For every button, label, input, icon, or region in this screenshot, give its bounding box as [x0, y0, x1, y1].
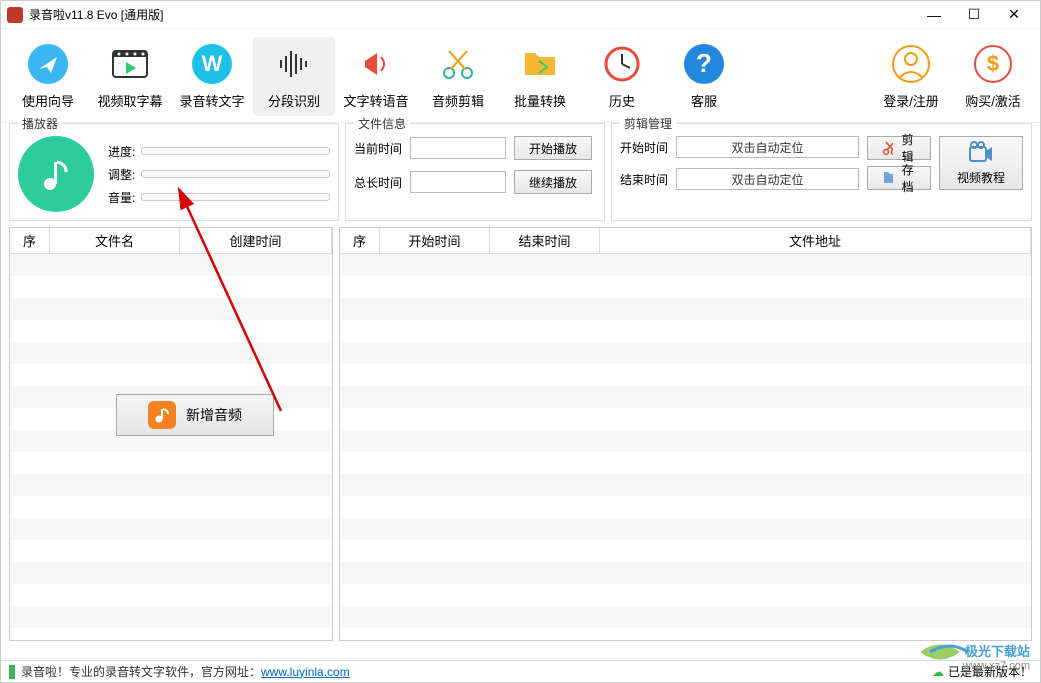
file-list-table: 序 文件名 创建时间 新增音频 — [9, 227, 333, 641]
status-text: 录音啦！专业的录音转文字软件，官方网址： — [21, 663, 261, 680]
tool-audio-clip[interactable]: 音频剪辑 — [417, 37, 499, 116]
start-time-label: 开始时间 — [620, 139, 668, 156]
svg-text:$: $ — [987, 51, 999, 76]
col-filename[interactable]: 文件名 — [50, 228, 180, 253]
current-time-input[interactable] — [410, 137, 506, 159]
tool-label: 使用向导 — [22, 91, 74, 110]
cloud-icon: ☁ — [932, 665, 944, 679]
tool-audio-to-text[interactable]: W 录音转文字 — [171, 37, 253, 116]
speed-slider[interactable] — [141, 170, 330, 178]
minimize-button[interactable]: — — [914, 1, 954, 29]
cut-button[interactable]: 剪辑 — [867, 136, 931, 160]
panels-row: 播放器 进度: 调整: 音量: 文件信息 当前时间 开始播放 总长时间 继续播放… — [1, 123, 1040, 227]
col-created[interactable]: 创建时间 — [180, 228, 332, 253]
film-icon — [109, 43, 151, 85]
megaphone-icon — [355, 43, 397, 85]
archive-button-label: 存档 — [899, 161, 916, 195]
cut-button-label: 剪辑 — [899, 131, 916, 165]
segment-body[interactable] — [340, 254, 1031, 640]
add-audio-button[interactable]: 新增音频 — [116, 394, 274, 436]
titlebar: 录音啦v11.8 Evo [通用版] — ☐ ✕ — [1, 1, 1040, 29]
end-time-label: 结束时间 — [620, 171, 668, 188]
version-status: 已是最新版本！ — [948, 663, 1032, 680]
app-icon — [7, 7, 23, 23]
progress-slider[interactable] — [141, 147, 330, 155]
camera-icon — [968, 141, 994, 167]
tool-label: 音频剪辑 — [432, 91, 484, 110]
segment-table: 序 开始时间 结束时间 文件地址 — [339, 227, 1032, 641]
w-circle-icon: W — [191, 43, 233, 85]
end-time-input[interactable]: 双击自动定位 — [676, 168, 859, 190]
music-note-icon — [18, 136, 94, 212]
clock-icon — [601, 43, 643, 85]
video-tutorial-button[interactable]: 视频教程 — [939, 136, 1023, 190]
music-plus-icon — [148, 401, 176, 429]
tool-label: 客服 — [691, 91, 717, 110]
scissors-icon — [437, 43, 479, 85]
fileinfo-panel: 文件信息 当前时间 开始播放 总长时间 继续播放 — [345, 123, 605, 221]
tutorial-label: 视频教程 — [957, 169, 1005, 186]
volume-slider[interactable] — [141, 193, 330, 201]
fileinfo-legend: 文件信息 — [354, 115, 410, 132]
folder-arrow-icon — [519, 43, 561, 85]
play-button[interactable]: 开始播放 — [514, 136, 592, 160]
start-time-input[interactable]: 双击自动定位 — [676, 136, 859, 158]
maximize-button[interactable]: ☐ — [954, 1, 994, 29]
tool-login[interactable]: 登录/注册 — [870, 37, 952, 116]
tool-label: 批量转换 — [514, 91, 566, 110]
user-icon — [890, 43, 932, 85]
col-seq[interactable]: 序 — [10, 228, 50, 253]
player-legend: 播放器 — [18, 115, 62, 132]
col-start[interactable]: 开始时间 — [380, 228, 490, 253]
tool-service[interactable]: ? 客服 — [663, 37, 745, 116]
tool-label: 登录/注册 — [883, 91, 939, 110]
tool-label: 购买/激活 — [965, 91, 1021, 110]
tool-label: 文字转语音 — [343, 91, 408, 110]
main-toolbar: 使用向导 视频取字幕 W 录音转文字 分段识别 文字转语音 音频剪辑 批量转换 — [1, 29, 1040, 123]
edit-panel: 剪辑管理 开始时间 双击自动定位 结束时间 双击自动定位 剪辑 存档 视频教程 — [611, 123, 1032, 221]
col-end[interactable]: 结束时间 — [490, 228, 600, 253]
waveform-icon — [273, 43, 315, 85]
close-button[interactable]: ✕ — [994, 1, 1034, 29]
tool-label: 录音转文字 — [179, 91, 244, 110]
speed-label: 调整: — [108, 166, 135, 183]
tool-label: 视频取字幕 — [97, 91, 162, 110]
tool-label: 历史 — [609, 91, 635, 110]
svg-text:?: ? — [696, 48, 712, 78]
folder-small-icon — [882, 170, 893, 186]
col-path[interactable]: 文件地址 — [600, 228, 1031, 253]
tool-batch-convert[interactable]: 批量转换 — [499, 37, 581, 116]
tool-guide[interactable]: 使用向导 — [7, 37, 89, 116]
statusbar: 录音啦！专业的录音转文字软件，官方网址： www.luyinla.com ☁ 已… — [1, 660, 1040, 682]
continue-button[interactable]: 继续播放 — [514, 170, 592, 194]
add-audio-label: 新增音频 — [186, 405, 242, 425]
progress-label: 进度: — [108, 143, 135, 160]
file-list-body[interactable]: 新增音频 — [10, 254, 332, 640]
table-head: 序 开始时间 结束时间 文件地址 — [340, 228, 1031, 254]
tool-history[interactable]: 历史 — [581, 37, 663, 116]
paper-plane-icon — [27, 43, 69, 85]
total-time-input[interactable] — [410, 171, 506, 193]
tool-segment-recognition[interactable]: 分段识别 — [253, 37, 335, 116]
question-icon: ? — [683, 43, 725, 85]
window-title: 录音啦v11.8 Evo [通用版] — [29, 6, 914, 23]
dollar-icon: $ — [972, 43, 1014, 85]
svg-text:W: W — [202, 51, 223, 76]
col-seq[interactable]: 序 — [340, 228, 380, 253]
edit-legend: 剪辑管理 — [620, 115, 676, 132]
archive-button[interactable]: 存档 — [867, 166, 931, 190]
status-indicator-icon — [9, 665, 15, 679]
total-time-label: 总长时间 — [354, 174, 402, 191]
table-head: 序 文件名 创建时间 — [10, 228, 332, 254]
current-time-label: 当前时间 — [354, 140, 402, 157]
volume-label: 音量: — [108, 189, 135, 206]
tool-video-subtitle[interactable]: 视频取字幕 — [89, 37, 171, 116]
scissors-small-icon — [882, 140, 893, 156]
player-panel: 播放器 进度: 调整: 音量: — [9, 123, 339, 221]
tool-buy[interactable]: $ 购买/激活 — [952, 37, 1034, 116]
official-url-link[interactable]: www.luyinla.com — [261, 665, 350, 679]
tool-label: 分段识别 — [268, 91, 320, 110]
tables-row: 序 文件名 创建时间 新增音频 序 开始时间 结束时间 文件地址 — [1, 227, 1040, 649]
tool-text-to-speech[interactable]: 文字转语音 — [335, 37, 417, 116]
